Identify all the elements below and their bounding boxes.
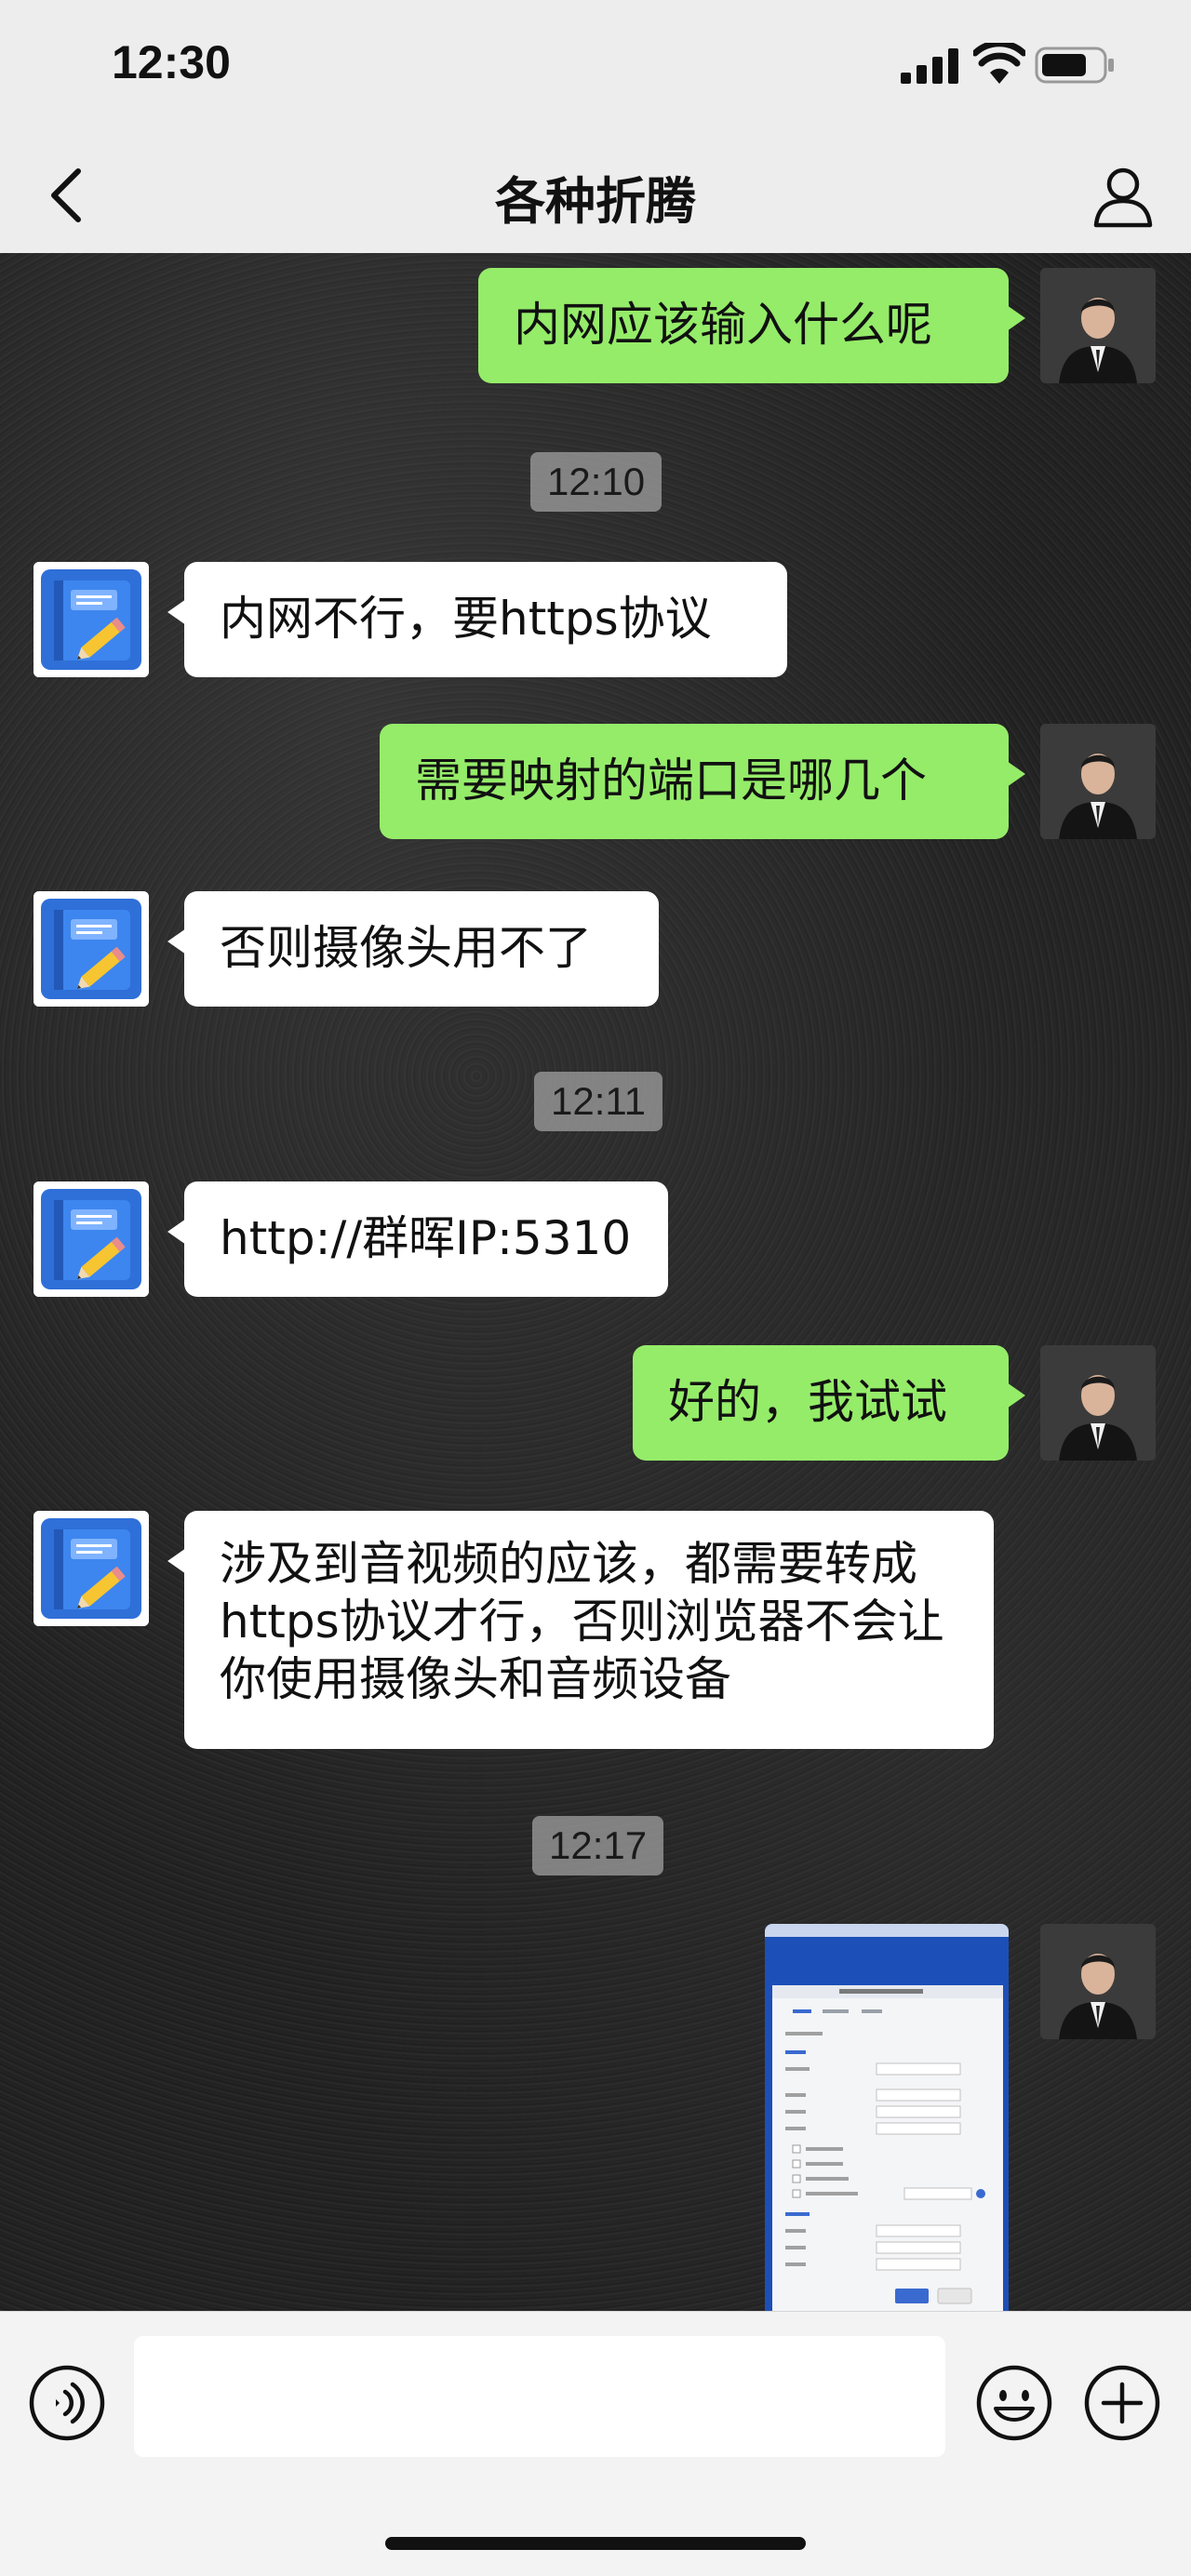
my-avatar[interactable]	[1040, 1345, 1156, 1461]
message-text: 否则摄像头用不了	[220, 921, 592, 975]
contact-avatar[interactable]	[33, 562, 149, 677]
screenshot-thumbnail	[765, 1924, 1009, 2311]
voice-input-button[interactable]	[26, 2362, 108, 2444]
signal-icon	[901, 48, 958, 84]
timestamp-text: 12:17	[549, 1823, 648, 1867]
home-indicator[interactable]	[385, 2537, 806, 2550]
battery-icon	[1035, 47, 1114, 84]
emoji-button[interactable]	[973, 2362, 1055, 2444]
message-text: 好的，我试试	[668, 1375, 947, 1429]
message-bubble-sent[interactable]: 好的，我试试	[633, 1345, 1025, 1461]
notebook-pencil-icon	[33, 562, 149, 677]
wifi-icon	[973, 43, 1025, 84]
status-time: 12:30	[112, 36, 231, 88]
emoji-icon	[976, 2365, 1052, 2441]
my-avatar[interactable]	[1040, 1924, 1156, 2039]
timestamp: 12:11	[534, 1072, 662, 1131]
voice-icon	[29, 2365, 105, 2441]
message-text: 需要映射的端口是哪几个	[415, 754, 927, 808]
person-icon	[1093, 167, 1153, 228]
person-suit-avatar-icon	[1040, 268, 1156, 383]
message-text: http://群晖IP:5310	[220, 1211, 632, 1265]
message-bubble-received[interactable]: 否则摄像头用不了	[167, 891, 659, 1007]
chat-title: 各种折腾	[495, 172, 696, 231]
chat-area[interactable]: 内网应该输入什么呢 12:10 内网不行，要https协议 需要映射的端口是哪几…	[0, 253, 1191, 2311]
message-bubble-received[interactable]: http://群晖IP:5310	[167, 1181, 668, 1297]
timestamp: 12:10	[530, 452, 662, 512]
message-text: 涉及到音视频的应该，都需要转成https协议才行，否则浏览器不会让你使用摄像头和…	[220, 1537, 944, 1706]
plus-icon	[1084, 2365, 1160, 2441]
image-message[interactable]	[765, 1924, 1009, 2311]
message-input[interactable]	[134, 2336, 945, 2457]
notebook-pencil-icon	[33, 1511, 149, 1626]
contact-avatar[interactable]	[33, 891, 149, 1007]
notebook-pencil-icon	[33, 891, 149, 1007]
timestamp-text: 12:10	[547, 460, 646, 503]
my-avatar[interactable]	[1040, 268, 1156, 383]
message-bubble-received[interactable]: 涉及到音视频的应该，都需要转成https协议才行，否则浏览器不会让你使用摄像头和…	[167, 1511, 994, 1749]
my-avatar[interactable]	[1040, 724, 1156, 839]
message-text: 内网应该输入什么呢	[514, 298, 932, 352]
status-bar: 12:30	[0, 0, 1191, 140]
timestamp-text: 12:11	[551, 1079, 646, 1123]
person-suit-avatar-icon	[1040, 724, 1156, 839]
notebook-pencil-icon	[33, 1181, 149, 1297]
timestamp: 12:17	[532, 1816, 664, 1875]
person-suit-avatar-icon	[1040, 1924, 1156, 2039]
message-text: 内网不行，要https协议	[220, 592, 712, 646]
message-bubble-received[interactable]: 内网不行，要https协议	[167, 562, 787, 677]
contact-avatar[interactable]	[33, 1181, 149, 1297]
message-bubble-sent[interactable]: 需要映射的端口是哪几个	[380, 724, 1025, 839]
nav-bar: 各种折腾	[0, 140, 1191, 254]
person-suit-avatar-icon	[1040, 1345, 1156, 1461]
chat-info-button[interactable]	[1083, 156, 1163, 236]
message-bubble-sent[interactable]: 内网应该输入什么呢	[478, 268, 1025, 383]
more-options-button[interactable]	[1081, 2362, 1163, 2444]
contact-avatar[interactable]	[33, 1511, 149, 1626]
